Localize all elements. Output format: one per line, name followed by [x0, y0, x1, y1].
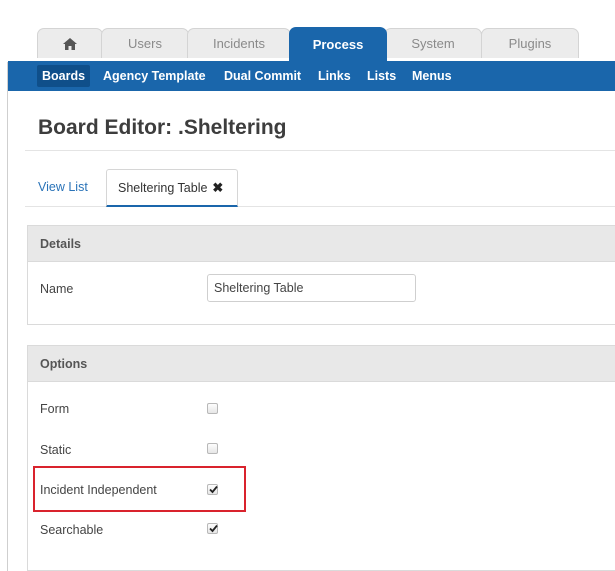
- tab-plugins-label: Plugins: [508, 36, 552, 51]
- tab-process-label: Process: [312, 37, 364, 52]
- name-input[interactable]: [207, 274, 416, 302]
- tab-users-label: Users: [128, 36, 162, 51]
- option-label-searchable: Searchable: [40, 523, 104, 537]
- tab-home[interactable]: [37, 28, 103, 58]
- page-title: Board Editor: .Sheltering: [38, 116, 287, 139]
- view-list-link[interactable]: View List: [38, 180, 88, 194]
- searchable-checkbox[interactable]: [207, 523, 218, 534]
- highlight-box: [33, 466, 246, 512]
- top-tabs: Users Incidents System Plugins Process: [0, 0, 615, 62]
- nav-boards[interactable]: Boards: [37, 65, 91, 87]
- details-heading: Details: [28, 226, 615, 262]
- nav-lists[interactable]: Lists: [362, 65, 401, 87]
- form-checkbox[interactable]: [207, 403, 218, 414]
- options-heading: Options: [28, 346, 615, 382]
- name-label: Name: [40, 282, 74, 296]
- nav-dual-commit[interactable]: Dual Commit: [219, 65, 306, 87]
- tab-plugins[interactable]: Plugins: [481, 28, 579, 58]
- tab-system-label: System: [411, 36, 455, 51]
- static-checkbox[interactable]: [207, 443, 218, 454]
- tab-system[interactable]: System: [384, 28, 482, 58]
- tab-incidents-label: Incidents: [212, 36, 266, 51]
- option-label-static: Static: [40, 443, 72, 457]
- nav-menus[interactable]: Menus: [407, 65, 457, 87]
- title-divider: [25, 150, 615, 151]
- options-panel: Options Form Static Incident Independent…: [27, 345, 615, 571]
- tab-incidents[interactable]: Incidents: [187, 28, 291, 58]
- home-icon: [63, 37, 77, 50]
- option-label-form: Form: [40, 402, 70, 416]
- tab-sheltering-table[interactable]: Sheltering Table ✖: [106, 169, 238, 207]
- checkmark-icon: [209, 524, 218, 533]
- nav-agency-template[interactable]: Agency Template: [98, 65, 211, 87]
- tab-sheltering-table-label: Sheltering Table: [118, 180, 208, 195]
- details-panel: Details Name: [27, 225, 615, 325]
- sub-navigation-bar: Boards Agency Template Dual Commit Links…: [8, 61, 615, 91]
- tab-users[interactable]: Users: [101, 28, 189, 58]
- close-icon[interactable]: ✖: [212, 180, 223, 196]
- tab-process[interactable]: Process: [289, 27, 387, 61]
- nav-links[interactable]: Links: [313, 65, 356, 87]
